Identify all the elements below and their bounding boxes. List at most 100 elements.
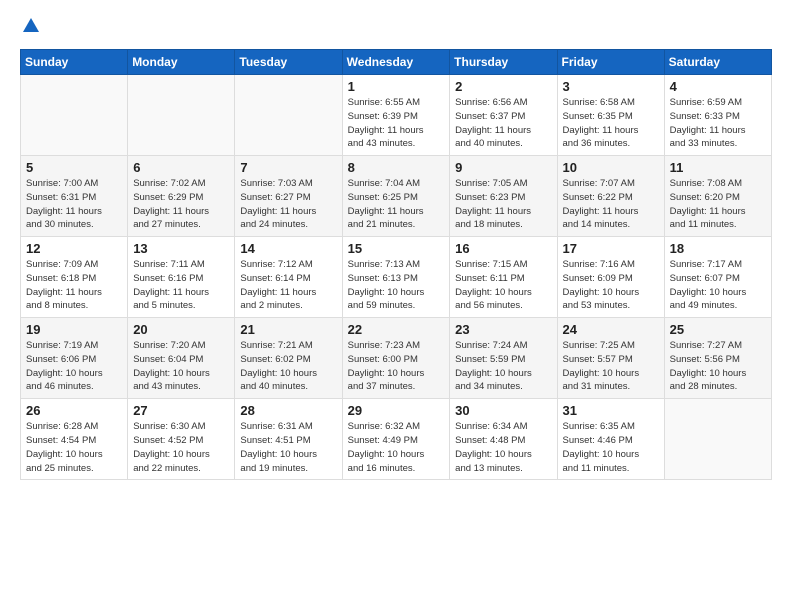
calendar-cell: 18 Sunrise: 7:17 AM Sunset: 6:07 PM Dayli… bbox=[664, 237, 771, 318]
day-number: 25 bbox=[670, 322, 766, 337]
day-info: Sunrise: 6:58 AM Sunset: 6:35 PM Dayligh… bbox=[563, 96, 659, 151]
day-info: Sunrise: 6:28 AM Sunset: 4:54 PM Dayligh… bbox=[26, 420, 122, 475]
day-number: 20 bbox=[133, 322, 229, 337]
weekday-header-thursday: Thursday bbox=[450, 50, 557, 75]
calendar-cell bbox=[664, 399, 771, 480]
calendar-cell: 11 Sunrise: 7:08 AM Sunset: 6:20 PM Dayli… bbox=[664, 156, 771, 237]
calendar-week-row: 5Sunrise: 7:00 AM Sunset: 6:31 PM Daylig… bbox=[21, 156, 772, 237]
calendar-cell: 15 Sunrise: 7:13 AM Sunset: 6:13 PM Dayli… bbox=[342, 237, 450, 318]
day-info: Sunrise: 7:12 AM Sunset: 6:14 PM Dayligh… bbox=[240, 258, 336, 313]
day-info: Sunrise: 7:19 AM Sunset: 6:06 PM Dayligh… bbox=[26, 339, 122, 394]
calendar-cell: 30Sunrise: 6:34 AM Sunset: 4:48 PM Dayli… bbox=[450, 399, 557, 480]
day-number: 30 bbox=[455, 403, 551, 418]
day-number: 19 bbox=[26, 322, 122, 337]
day-info: Sunrise: 7:13 AM Sunset: 6:13 PM Dayligh… bbox=[348, 258, 445, 313]
header bbox=[20, 16, 772, 39]
day-number: 10 bbox=[563, 160, 659, 175]
calendar-cell: 25Sunrise: 7:27 AM Sunset: 5:56 PM Dayli… bbox=[664, 318, 771, 399]
day-number: 16 bbox=[455, 241, 551, 256]
day-number: 13 bbox=[133, 241, 229, 256]
calendar-cell: 13 Sunrise: 7:11 AM Sunset: 6:16 PM Dayli… bbox=[128, 237, 235, 318]
day-number: 28 bbox=[240, 403, 336, 418]
day-number: 22 bbox=[348, 322, 445, 337]
weekday-header-sunday: Sunday bbox=[21, 50, 128, 75]
day-info: Sunrise: 7:00 AM Sunset: 6:31 PM Dayligh… bbox=[26, 177, 122, 232]
day-number: 11 bbox=[670, 160, 766, 175]
day-number: 24 bbox=[563, 322, 659, 337]
calendar-header-row: SundayMondayTuesdayWednesdayThursdayFrid… bbox=[21, 50, 772, 75]
calendar-cell: 7 Sunrise: 7:03 AM Sunset: 6:27 PM Daylig… bbox=[235, 156, 342, 237]
calendar-cell: 16 Sunrise: 7:15 AM Sunset: 6:11 PM Dayli… bbox=[450, 237, 557, 318]
calendar-cell: 5Sunrise: 7:00 AM Sunset: 6:31 PM Daylig… bbox=[21, 156, 128, 237]
day-info: Sunrise: 7:17 AM Sunset: 6:07 PM Dayligh… bbox=[670, 258, 766, 313]
day-info: Sunrise: 6:56 AM Sunset: 6:37 PM Dayligh… bbox=[455, 96, 551, 151]
calendar-cell: 12 Sunrise: 7:09 AM Sunset: 6:18 PM Dayli… bbox=[21, 237, 128, 318]
day-info: Sunrise: 7:25 AM Sunset: 5:57 PM Dayligh… bbox=[563, 339, 659, 394]
calendar-cell: 9 Sunrise: 7:05 AM Sunset: 6:23 PM Daylig… bbox=[450, 156, 557, 237]
day-info: Sunrise: 7:20 AM Sunset: 6:04 PM Dayligh… bbox=[133, 339, 229, 394]
day-number: 31 bbox=[563, 403, 659, 418]
calendar-cell bbox=[235, 75, 342, 156]
day-number: 26 bbox=[26, 403, 122, 418]
calendar-cell: 20 Sunrise: 7:20 AM Sunset: 6:04 PM Dayli… bbox=[128, 318, 235, 399]
day-number: 7 bbox=[240, 160, 336, 175]
day-info: Sunrise: 7:15 AM Sunset: 6:11 PM Dayligh… bbox=[455, 258, 551, 313]
day-info: Sunrise: 7:05 AM Sunset: 6:23 PM Dayligh… bbox=[455, 177, 551, 232]
day-info: Sunrise: 6:35 AM Sunset: 4:46 PM Dayligh… bbox=[563, 420, 659, 475]
calendar-cell: 3 Sunrise: 6:58 AM Sunset: 6:35 PM Daylig… bbox=[557, 75, 664, 156]
calendar-cell: 24 Sunrise: 7:25 AM Sunset: 5:57 PM Dayli… bbox=[557, 318, 664, 399]
weekday-header-wednesday: Wednesday bbox=[342, 50, 450, 75]
calendar-cell: 4 Sunrise: 6:59 AM Sunset: 6:33 PM Daylig… bbox=[664, 75, 771, 156]
day-number: 9 bbox=[455, 160, 551, 175]
day-info: Sunrise: 7:07 AM Sunset: 6:22 PM Dayligh… bbox=[563, 177, 659, 232]
calendar-cell: 6Sunrise: 7:02 AM Sunset: 6:29 PM Daylig… bbox=[128, 156, 235, 237]
weekday-header-monday: Monday bbox=[128, 50, 235, 75]
day-number: 15 bbox=[348, 241, 445, 256]
calendar-cell bbox=[128, 75, 235, 156]
day-number: 18 bbox=[670, 241, 766, 256]
calendar-cell: 1Sunrise: 6:55 AM Sunset: 6:39 PM Daylig… bbox=[342, 75, 450, 156]
calendar-cell: 2Sunrise: 6:56 AM Sunset: 6:37 PM Daylig… bbox=[450, 75, 557, 156]
day-number: 4 bbox=[670, 79, 766, 94]
day-number: 23 bbox=[455, 322, 551, 337]
calendar-week-row: 1Sunrise: 6:55 AM Sunset: 6:39 PM Daylig… bbox=[21, 75, 772, 156]
day-info: Sunrise: 6:32 AM Sunset: 4:49 PM Dayligh… bbox=[348, 420, 445, 475]
day-number: 6 bbox=[133, 160, 229, 175]
day-info: Sunrise: 6:55 AM Sunset: 6:39 PM Dayligh… bbox=[348, 96, 445, 151]
day-number: 14 bbox=[240, 241, 336, 256]
calendar-cell: 27 Sunrise: 6:30 AM Sunset: 4:52 PM Dayli… bbox=[128, 399, 235, 480]
day-number: 21 bbox=[240, 322, 336, 337]
calendar: SundayMondayTuesdayWednesdayThursdayFrid… bbox=[20, 49, 772, 480]
day-info: Sunrise: 6:30 AM Sunset: 4:52 PM Dayligh… bbox=[133, 420, 229, 475]
day-info: Sunrise: 6:31 AM Sunset: 4:51 PM Dayligh… bbox=[240, 420, 336, 475]
day-number: 3 bbox=[563, 79, 659, 94]
day-number: 17 bbox=[563, 241, 659, 256]
weekday-header-tuesday: Tuesday bbox=[235, 50, 342, 75]
calendar-cell bbox=[21, 75, 128, 156]
day-number: 12 bbox=[26, 241, 122, 256]
calendar-cell: 28 Sunrise: 6:31 AM Sunset: 4:51 PM Dayli… bbox=[235, 399, 342, 480]
calendar-cell: 8Sunrise: 7:04 AM Sunset: 6:25 PM Daylig… bbox=[342, 156, 450, 237]
calendar-cell: 19 Sunrise: 7:19 AM Sunset: 6:06 PM Dayli… bbox=[21, 318, 128, 399]
calendar-cell: 17 Sunrise: 7:16 AM Sunset: 6:09 PM Dayli… bbox=[557, 237, 664, 318]
calendar-cell: 21 Sunrise: 7:21 AM Sunset: 6:02 PM Dayli… bbox=[235, 318, 342, 399]
day-info: Sunrise: 7:24 AM Sunset: 5:59 PM Dayligh… bbox=[455, 339, 551, 394]
logo-triangle-icon bbox=[22, 16, 40, 34]
calendar-cell: 10 Sunrise: 7:07 AM Sunset: 6:22 PM Dayli… bbox=[557, 156, 664, 237]
day-info: Sunrise: 7:09 AM Sunset: 6:18 PM Dayligh… bbox=[26, 258, 122, 313]
day-info: Sunrise: 7:04 AM Sunset: 6:25 PM Dayligh… bbox=[348, 177, 445, 232]
page: SundayMondayTuesdayWednesdayThursdayFrid… bbox=[0, 0, 792, 496]
day-info: Sunrise: 7:08 AM Sunset: 6:20 PM Dayligh… bbox=[670, 177, 766, 232]
day-info: Sunrise: 6:59 AM Sunset: 6:33 PM Dayligh… bbox=[670, 96, 766, 151]
calendar-week-row: 26 Sunrise: 6:28 AM Sunset: 4:54 PM Dayli… bbox=[21, 399, 772, 480]
calendar-cell: 22Sunrise: 7:23 AM Sunset: 6:00 PM Dayli… bbox=[342, 318, 450, 399]
logo bbox=[20, 16, 40, 39]
day-info: Sunrise: 7:21 AM Sunset: 6:02 PM Dayligh… bbox=[240, 339, 336, 394]
day-info: Sunrise: 7:03 AM Sunset: 6:27 PM Dayligh… bbox=[240, 177, 336, 232]
calendar-week-row: 12 Sunrise: 7:09 AM Sunset: 6:18 PM Dayli… bbox=[21, 237, 772, 318]
calendar-cell: 29Sunrise: 6:32 AM Sunset: 4:49 PM Dayli… bbox=[342, 399, 450, 480]
day-info: Sunrise: 7:11 AM Sunset: 6:16 PM Dayligh… bbox=[133, 258, 229, 313]
calendar-week-row: 19 Sunrise: 7:19 AM Sunset: 6:06 PM Dayli… bbox=[21, 318, 772, 399]
day-number: 27 bbox=[133, 403, 229, 418]
day-info: Sunrise: 7:16 AM Sunset: 6:09 PM Dayligh… bbox=[563, 258, 659, 313]
